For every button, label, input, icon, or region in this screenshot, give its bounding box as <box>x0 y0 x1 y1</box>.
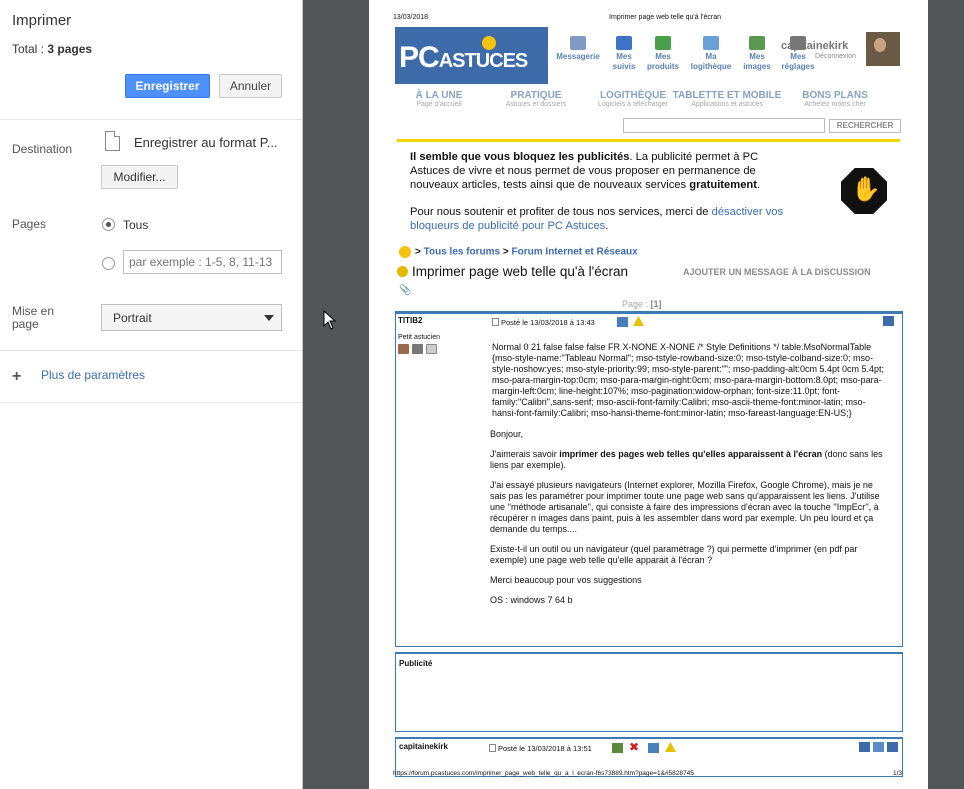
menu-pratique[interactable]: PRATIQUE Astuces et dossiers <box>495 90 577 108</box>
print-preview-page: 13/03/2018 Imprimer page web telle qu'à … <box>369 0 928 789</box>
post-paragraph: J'aimerais savoir imprimer des pages web… <box>490 449 883 470</box>
destination-label: Destination <box>12 142 73 156</box>
post-author[interactable]: TITIB2 <box>398 316 422 325</box>
reply-icon[interactable] <box>887 742 898 752</box>
logout-link[interactable]: Déconnexion <box>815 53 856 60</box>
breadcrumb: > Tous les forums > Forum Internet et Ré… <box>399 246 638 258</box>
sun-icon <box>482 36 496 50</box>
print-settings-panel: Imprimer Total : 3 pages Enregistrer Ann… <box>0 0 303 789</box>
forward-icon[interactable] <box>617 317 628 327</box>
total-pages: Total : 3 pages <box>12 42 93 56</box>
post-meta: Posté le 13/03/2018 à 13:51 <box>489 744 592 753</box>
breadcrumb-all-forums[interactable]: Tous les forums <box>424 247 501 258</box>
post-style-dump: Normal 0 21 false false false FR X-NONE … <box>492 342 885 418</box>
pages-custom-radio[interactable] <box>102 257 115 270</box>
print-title: Imprimer page web telle qu'à l'écran <box>609 14 722 21</box>
cancel-button[interactable]: Annuler <box>219 74 282 98</box>
save-button[interactable]: Enregistrer <box>125 74 210 98</box>
menu-tablette-mobile[interactable]: TABLETTE ET MOBILE Applications et astuce… <box>665 90 789 108</box>
mail-icon <box>570 36 586 50</box>
divider <box>397 139 900 142</box>
search-input[interactable] <box>623 118 825 133</box>
more-settings-link[interactable]: Plus de paramètres <box>41 368 145 382</box>
divider <box>0 402 302 403</box>
download-icon <box>655 36 671 50</box>
add-message-link[interactable]: AJOUTER UN MESSAGE À LA DISCUSSION <box>683 267 871 277</box>
pages-all-radio[interactable] <box>102 218 115 231</box>
document-icon <box>489 744 496 752</box>
nav-messagerie[interactable]: Messagerie <box>555 36 601 62</box>
post-author[interactable]: capitainekirk <box>399 742 448 751</box>
file-icon <box>105 131 120 151</box>
ad-container <box>395 652 903 732</box>
post-paragraph: Bonjour, <box>490 429 524 439</box>
username[interactable]: capitainekirk <box>781 40 848 52</box>
footer-page-number: 1/3 <box>893 770 903 777</box>
mouse-cursor-icon <box>323 309 337 330</box>
layout-selected-value: Portrait <box>113 311 152 325</box>
post-body: Normal 0 21 false false false FR X-NONE … <box>490 342 888 615</box>
divider <box>0 119 302 120</box>
forward-icon[interactable] <box>648 743 659 753</box>
footer-url: https://forum.pcastuces.com/imprimer_pag… <box>393 770 694 777</box>
menu-a-la-une[interactable]: À LA UNE Page d'accueil <box>399 90 479 108</box>
forum-icon <box>399 246 411 258</box>
delete-icon[interactable]: ✖ <box>629 740 639 754</box>
plus-icon[interactable]: + <box>12 368 21 386</box>
panel-title: Imprimer <box>12 12 72 29</box>
post-paragraph: Existe-t-il un outil ou un navigateur (q… <box>490 544 858 565</box>
menu-bons-plans[interactable]: BONS PLANS Achetez moins cher <box>793 90 877 108</box>
mail-icon[interactable] <box>426 344 437 354</box>
layout-select[interactable]: Portrait <box>101 304 282 331</box>
quote-icon[interactable] <box>859 742 870 752</box>
pages-label: Pages <box>12 217 47 231</box>
avatar[interactable] <box>866 32 900 66</box>
divider <box>0 350 302 351</box>
edit-icon[interactable] <box>612 743 623 753</box>
destination-value: Enregistrer au format P... <box>134 135 278 150</box>
nav-images[interactable]: Mes images <box>734 36 780 72</box>
paperclip-icon <box>616 36 632 50</box>
nav-logitheque[interactable]: Ma logithèque <box>688 36 734 72</box>
print-date: 13/03/2018 <box>393 14 429 21</box>
adblock-notice: Il semble que vous bloquez les publicité… <box>410 151 784 232</box>
search-button[interactable]: RECHERCHER <box>829 119 901 133</box>
breadcrumb-forum[interactable]: Forum Internet et Réseaux <box>512 247 638 258</box>
quote-icon[interactable] <box>883 316 894 326</box>
paperclip-icon: 📎 <box>399 285 412 296</box>
software-icon <box>703 36 719 50</box>
nav-produits[interactable]: Mes produits <box>640 36 686 72</box>
stop-hand-icon <box>841 168 887 214</box>
ad-label: Publicité <box>399 659 433 668</box>
document-icon <box>492 318 499 326</box>
computer-icon[interactable] <box>412 344 423 354</box>
image-icon <box>749 36 765 50</box>
back-arrow-icon[interactable] <box>873 742 884 752</box>
post-paragraph: OS : windows 7 64 b <box>490 595 573 605</box>
chevron-down-icon <box>264 315 274 321</box>
post-paragraph: Merci beaucoup pour vos suggestions <box>490 575 642 585</box>
modify-button[interactable]: Modifier... <box>101 165 178 189</box>
pages-range-input[interactable] <box>123 250 282 274</box>
smiley-icon <box>397 266 408 277</box>
pagination: Page : [1] <box>622 299 662 309</box>
profile-icon[interactable] <box>398 344 409 354</box>
thread-title: Imprimer page web telle qu'à l'écran <box>397 264 628 279</box>
layout-label: Mise en page <box>12 304 55 331</box>
post-author-rank: Petit astucien <box>398 334 441 341</box>
site-logo: PCASTUCES <box>395 27 548 84</box>
pages-all-label: Tous <box>123 218 149 232</box>
post-paragraph: J'ai essayé plusieurs navigateurs (Inter… <box>490 480 880 534</box>
post-meta: Posté le 13/03/2018 à 13:43 <box>492 318 595 327</box>
